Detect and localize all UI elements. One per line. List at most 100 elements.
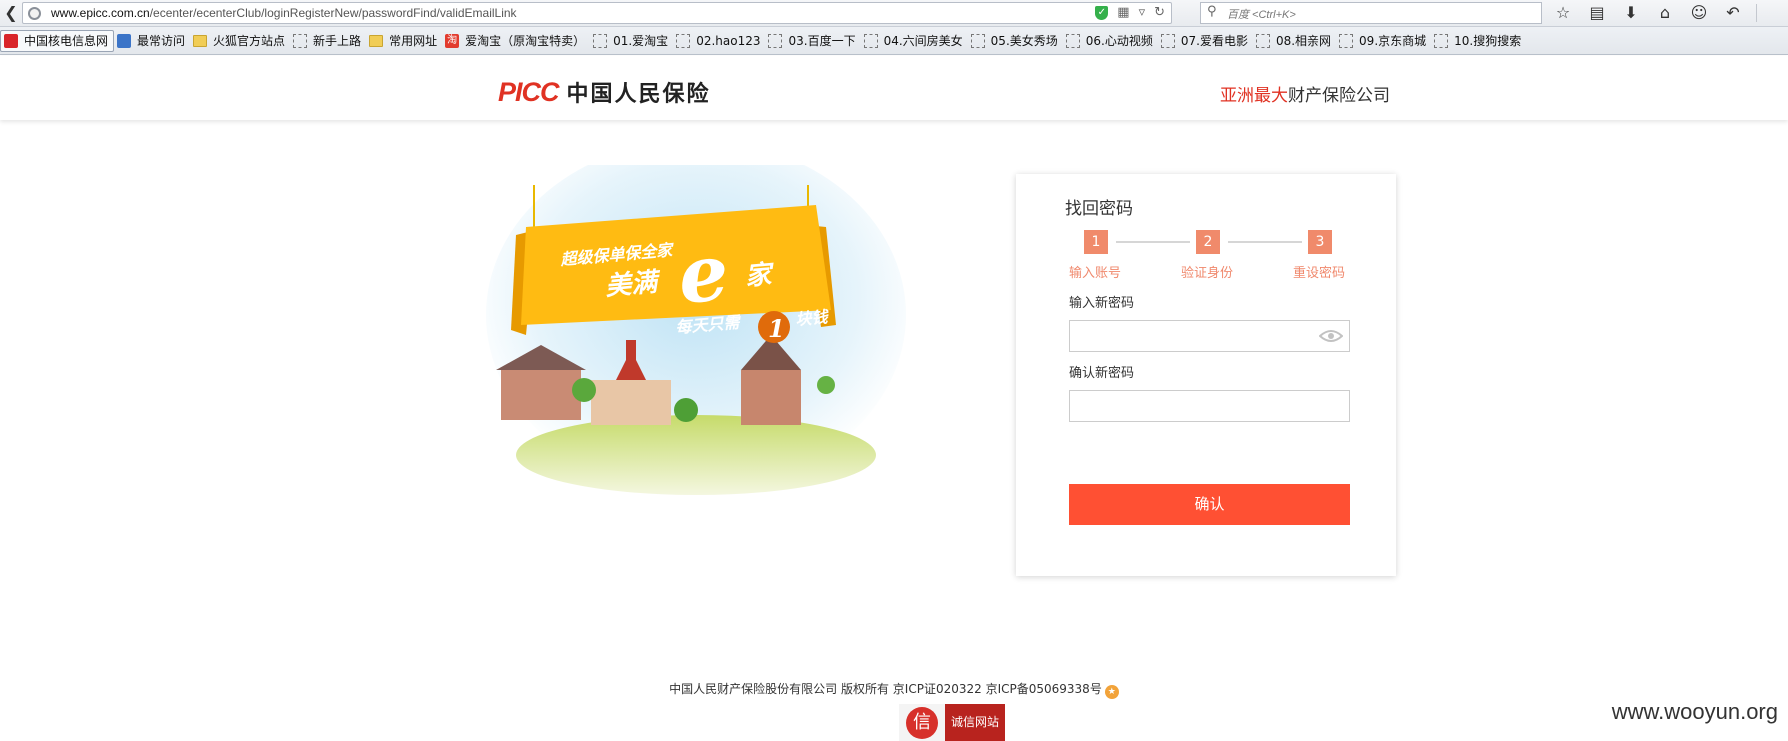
bookmark-item[interactable]: 淘爱淘宝（原淘宝特卖） bbox=[442, 30, 590, 52]
bookmark-item[interactable]: 09.京东商城 bbox=[1336, 30, 1431, 52]
bookmark-item[interactable]: 10.搜狗搜索 bbox=[1431, 30, 1526, 52]
bookmark-label: 07.爱看电影 bbox=[1180, 34, 1248, 48]
dropdown-arrow-icon[interactable]: ▿ bbox=[1139, 5, 1146, 20]
picc-logo-mark: PICC bbox=[498, 76, 560, 107]
dashed-page-icon bbox=[593, 33, 608, 48]
search-box[interactable]: ⚲ 百度 <Ctrl+K> bbox=[1200, 2, 1542, 24]
bookmark-item[interactable]: 中国核电信息网 bbox=[0, 29, 115, 52]
slogan-rest: 财产保险公司 bbox=[1288, 86, 1390, 106]
bookmark-label: 03.百度一下 bbox=[788, 34, 856, 48]
home-icon[interactable]: ⌂ bbox=[1654, 2, 1676, 24]
icp-badge-icon[interactable]: ★ bbox=[1104, 685, 1119, 699]
bookmark-item[interactable]: 07.爱看电影 bbox=[1158, 30, 1253, 52]
step-3-badge: 3 bbox=[1308, 230, 1332, 254]
bookmark-label: 06.心动视频 bbox=[1085, 34, 1153, 48]
tree-center bbox=[674, 398, 698, 422]
dashed-page-icon bbox=[970, 33, 985, 48]
dashed-page-icon bbox=[768, 33, 783, 48]
chat-icon[interactable]: ☺ bbox=[1688, 2, 1710, 24]
trusted-site-char: 信 bbox=[906, 706, 938, 739]
dashed-page-icon bbox=[1160, 33, 1175, 48]
bookmark-item[interactable]: 04.六间房美女 bbox=[861, 30, 968, 52]
picc-logo-name: 中国人民保险 bbox=[566, 82, 711, 107]
banner-big-e: e bbox=[675, 227, 732, 322]
undo-icon[interactable]: ↶ bbox=[1722, 2, 1744, 24]
bookmark-item[interactable]: 01.爱淘宝 bbox=[590, 30, 673, 52]
bookmark-label: 新手上路 bbox=[313, 34, 362, 48]
red-square-icon bbox=[4, 33, 18, 48]
download-icon[interactable]: ⬇ bbox=[1620, 2, 1642, 24]
banner-number: 1 bbox=[768, 314, 785, 343]
step-1-label: 输入账号 bbox=[1069, 266, 1122, 281]
bookmark-item[interactable]: 火狐官方站点 bbox=[190, 30, 290, 52]
trusted-site-logo: 信 bbox=[899, 704, 945, 741]
site-header bbox=[0, 56, 1788, 120]
confirm-password-label: 确认新密码 bbox=[1069, 366, 1135, 381]
site-identity-icon[interactable] bbox=[28, 7, 41, 20]
step-connector bbox=[1116, 241, 1190, 243]
folder-icon bbox=[369, 34, 384, 47]
banner-line4-b: 块钱 bbox=[795, 307, 831, 329]
bookmark-item[interactable]: 08.相亲网 bbox=[1253, 30, 1336, 52]
bookmark-label: 最常访问 bbox=[137, 34, 186, 48]
tree-left bbox=[572, 378, 596, 402]
bookmark-label: 中国核电信息网 bbox=[24, 34, 109, 48]
bookmark-label: 04.六间房美女 bbox=[883, 34, 963, 48]
bookmark-item[interactable]: 02.hao123 bbox=[673, 30, 765, 52]
step-2-label: 验证身份 bbox=[1181, 266, 1234, 281]
bookmark-label: 常用网址 bbox=[389, 34, 438, 48]
address-bar[interactable]: www.epicc.com.cn/ecenter/ecenterClub/log… bbox=[22, 2, 1172, 24]
bookmark-item[interactable]: 新手上路 bbox=[290, 30, 366, 52]
confirm-button[interactable]: 确认 bbox=[1069, 484, 1350, 525]
copyright-text: 中国人民财产保险股份有限公司 版权所有 京ICP证020322 京ICP备050… bbox=[669, 682, 1102, 696]
search-placeholder: 百度 <Ctrl+K> bbox=[1227, 9, 1296, 21]
slogan-highlight: 亚洲最大 bbox=[1220, 86, 1288, 106]
dashed-page-icon bbox=[1255, 33, 1270, 48]
url-path: /ecenter/ecenterClub/loginRegisterNew/pa… bbox=[149, 6, 517, 20]
bookmark-label: 08.相亲网 bbox=[1275, 34, 1332, 48]
bookmark-label: 05.美女秀场 bbox=[990, 34, 1058, 48]
new-password-field[interactable] bbox=[1069, 320, 1350, 352]
dashed-page-icon bbox=[1339, 33, 1354, 48]
bookmark-item[interactable]: 05.美女秀场 bbox=[968, 30, 1063, 52]
security-shield-icon[interactable]: ✓ bbox=[1095, 5, 1109, 20]
bookmarks-list-icon[interactable]: ▤ bbox=[1586, 2, 1608, 24]
url-tools: ✓ ▦ ▿ ↻ bbox=[1095, 5, 1165, 20]
bookmark-item[interactable]: 最常访问 bbox=[114, 30, 190, 52]
confirm-password-field[interactable] bbox=[1069, 390, 1350, 422]
toolbar-divider bbox=[1756, 4, 1757, 22]
back-arrow-icon[interactable]: ❮ bbox=[0, 0, 22, 26]
url-text[interactable]: www.epicc.com.cn/ecenter/ecenterClub/log… bbox=[51, 6, 517, 20]
taobao-icon: 淘 bbox=[445, 33, 460, 48]
banner-line2: 美满 bbox=[604, 267, 663, 302]
card-title: 找回密码 bbox=[1065, 199, 1133, 219]
dashed-page-icon bbox=[863, 33, 878, 48]
trusted-site-badge[interactable]: 信 诚信网站 bbox=[899, 704, 1005, 741]
reload-icon[interactable]: ↻ bbox=[1154, 5, 1165, 20]
blue-square-icon bbox=[117, 33, 132, 48]
bookmark-label: 01.爱淘宝 bbox=[613, 34, 669, 48]
bookmark-item[interactable]: 03.百度一下 bbox=[765, 30, 860, 52]
bookmark-label: 10.搜狗搜索 bbox=[1454, 34, 1522, 48]
eye-icon[interactable] bbox=[1319, 329, 1343, 343]
dashed-page-icon bbox=[1434, 33, 1449, 48]
picc-logo[interactable]: PICC 中国人民保险 bbox=[498, 76, 711, 108]
step-3-label: 重设密码 bbox=[1293, 266, 1346, 281]
bookmark-star-icon[interactable]: ☆ bbox=[1552, 2, 1574, 24]
folder-icon bbox=[193, 34, 208, 47]
password-reset-card: 找回密码 1 2 3 输入账号 验证身份 重设密码 输入新密码 确认新密码 确认 bbox=[1016, 174, 1396, 576]
footer-copyright: 中国人民财产保险股份有限公司 版权所有 京ICP证020322 京ICP备050… bbox=[0, 680, 1788, 699]
bookmark-label: 02.hao123 bbox=[696, 33, 761, 48]
qr-code-icon[interactable]: ▦ bbox=[1117, 5, 1129, 20]
bookmark-label: 爱淘宝（原淘宝特卖） bbox=[465, 34, 586, 48]
browser-toolbar: ❮ www.epicc.com.cn/ecenter/ecenterClub/l… bbox=[0, 0, 1788, 27]
bookmark-label: 09.京东商城 bbox=[1359, 34, 1427, 48]
tree-right bbox=[817, 376, 835, 394]
bookmark-item[interactable]: 常用网址 bbox=[366, 30, 442, 52]
toolbar-icons: ☆ ▤ ⬇ ⌂ ☺ ↶ bbox=[1552, 2, 1757, 24]
step-2-badge: 2 bbox=[1196, 230, 1220, 254]
bookmark-item[interactable]: 06.心动视频 bbox=[1063, 30, 1158, 52]
step-1-badge: 1 bbox=[1084, 230, 1108, 254]
dashed-page-icon bbox=[1065, 33, 1080, 48]
dashed-page-icon bbox=[676, 33, 691, 48]
